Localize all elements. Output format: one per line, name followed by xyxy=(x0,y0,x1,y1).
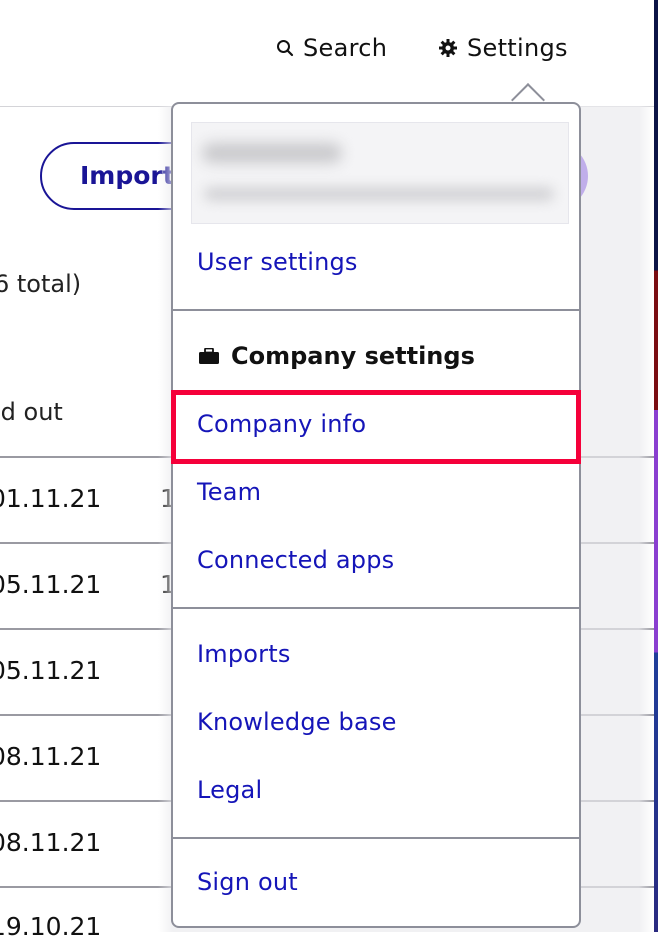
column-header-paid-out: id out xyxy=(0,398,63,426)
table-row-date: 05.11.21 xyxy=(0,570,102,599)
briefcase-icon xyxy=(199,342,219,370)
menu-divider xyxy=(173,837,579,839)
menu-item-connected-apps[interactable]: Connected apps xyxy=(197,546,394,574)
table-row-date: 19.10.21 xyxy=(0,912,102,941)
company-settings-title: Company settings xyxy=(231,342,475,370)
menu-item-imports[interactable]: Imports xyxy=(197,640,291,668)
menu-item-company-info[interactable]: Company info xyxy=(197,410,366,438)
table-row-date: 08.11.21 xyxy=(0,742,102,771)
settings-dropdown-menu: User settings Company settings Company i… xyxy=(171,102,581,928)
menu-item-team[interactable]: Team xyxy=(197,478,261,506)
menu-divider xyxy=(173,607,579,609)
company-settings-heading: Company settings xyxy=(199,342,475,370)
user-email-blurred xyxy=(204,187,554,201)
total-count-text: 6 total) xyxy=(0,270,82,298)
menu-item-legal[interactable]: Legal xyxy=(197,776,262,804)
menu-item-knowledge-base[interactable]: Knowledge base xyxy=(197,708,397,736)
gear-icon xyxy=(438,38,458,58)
settings-nav-button[interactable]: Settings xyxy=(438,34,568,62)
settings-label: Settings xyxy=(467,34,568,62)
search-label: Search xyxy=(303,34,388,62)
window-edge-strip xyxy=(654,0,658,932)
menu-item-sign-out[interactable]: Sign out xyxy=(197,868,298,896)
table-row-date: 08.11.21 xyxy=(0,828,102,857)
caret-joint xyxy=(508,104,548,114)
search-icon xyxy=(276,39,294,57)
user-name-blurred xyxy=(202,143,342,163)
page: Search Settings Import 6 total) id out 0… xyxy=(0,0,654,941)
menu-divider xyxy=(173,309,579,311)
top-navigation-bar: Search Settings xyxy=(0,0,654,107)
user-card xyxy=(191,122,569,224)
table-row-date: 05.11.21 xyxy=(0,656,102,685)
menu-item-user-settings[interactable]: User settings xyxy=(197,248,358,276)
search-nav-button[interactable]: Search xyxy=(276,34,387,62)
table-row-date: 01.11.21 xyxy=(0,484,102,513)
